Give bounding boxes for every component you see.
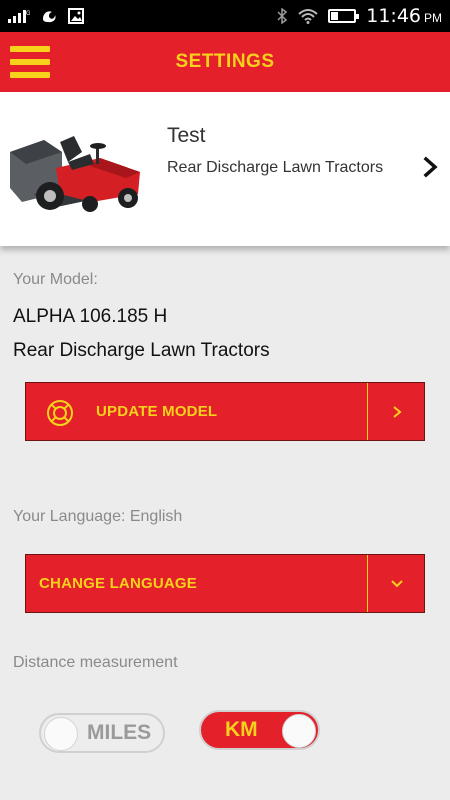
hamburger-menu-icon[interactable] (10, 46, 50, 78)
bluetooth-icon (277, 8, 288, 24)
update-model-label: UPDATE MODEL (96, 403, 218, 420)
model-card-name: Test (167, 124, 206, 147)
model-card-category: Rear Discharge Lawn Tractors (167, 159, 384, 176)
miles-toggle[interactable]: MILES (39, 713, 165, 753)
toggle-knob (44, 717, 78, 751)
distance-measurement-label: Distance measurement (13, 654, 178, 671)
model-name-value: ALPHA 106.185 H (13, 306, 168, 327)
battery-icon (328, 9, 360, 23)
app-bar: SETTINGS (0, 32, 450, 92)
signal-icon: G (8, 10, 30, 23)
your-language-label: Your Language: English (13, 508, 183, 525)
km-toggle[interactable]: KM (199, 710, 320, 750)
uc-browser-icon (43, 11, 56, 23)
chevron-right-icon (393, 405, 402, 418)
svg-text:G: G (26, 11, 30, 17)
model-category-value: Rear Discharge Lawn Tractors (13, 340, 270, 361)
lifebuoy-icon (47, 400, 73, 426)
change-language-button[interactable]: CHANGE LANGUAGE (25, 554, 425, 613)
miles-toggle-label: MILES (87, 721, 152, 744)
your-model-label: Your Model: (13, 271, 98, 288)
change-language-tail (368, 555, 426, 612)
page-title: SETTINGS (175, 51, 275, 72)
lawn-tractor-image (10, 136, 140, 212)
update-model-button[interactable]: UPDATE MODEL (25, 382, 425, 441)
chevron-down-icon (391, 579, 403, 587)
status-time: 11:46 (366, 5, 421, 27)
selected-model-card[interactable]: Test Rear Discharge Lawn Tractors (0, 92, 450, 246)
update-model-tail (368, 383, 426, 440)
wifi-icon (298, 9, 318, 24)
chevron-right-icon[interactable] (422, 156, 440, 178)
image-icon (68, 8, 84, 24)
toggle-knob (282, 714, 316, 748)
change-language-label: CHANGE LANGUAGE (39, 575, 198, 592)
status-bar: G 11:46 PM (0, 0, 450, 32)
km-toggle-label: KM (225, 718, 258, 741)
status-ampm: PM (424, 11, 442, 25)
